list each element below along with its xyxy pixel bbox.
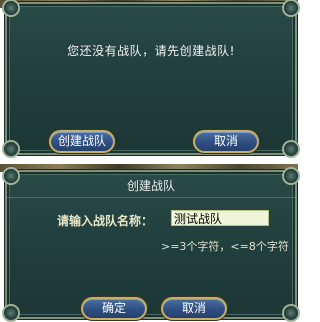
cancel-button[interactable]: 取消 (193, 130, 259, 153)
corner-ornament (282, 0, 300, 17)
corner-ornament (2, 304, 20, 322)
corner-ornament (2, 140, 20, 158)
create-team-button[interactable]: 创建战队 (49, 130, 115, 153)
cancel-button[interactable]: 取消 (161, 297, 227, 320)
team-name-input[interactable]: 测试战队 (171, 210, 269, 226)
create-team-dialog: 创建战队 请输入战队名称： 测试战队 >=3个字符，<=8个字符 确定 取消 (2, 167, 300, 322)
no-team-message: 您还没有战队，请先创建战队! (67, 44, 235, 58)
confirm-button[interactable]: 确定 (81, 297, 147, 320)
corner-ornament (2, 0, 20, 17)
corner-ornament (282, 140, 300, 158)
team-name-label: 请输入战队名称： (57, 214, 154, 228)
corner-ornament (282, 304, 300, 322)
no-team-dialog: 您还没有战队，请先创建战队! 创建战队 取消 (2, 0, 300, 158)
dialog-title: 创建战队 (7, 175, 295, 198)
name-length-hint: >=3个字符，<=8个字符 (161, 240, 289, 253)
